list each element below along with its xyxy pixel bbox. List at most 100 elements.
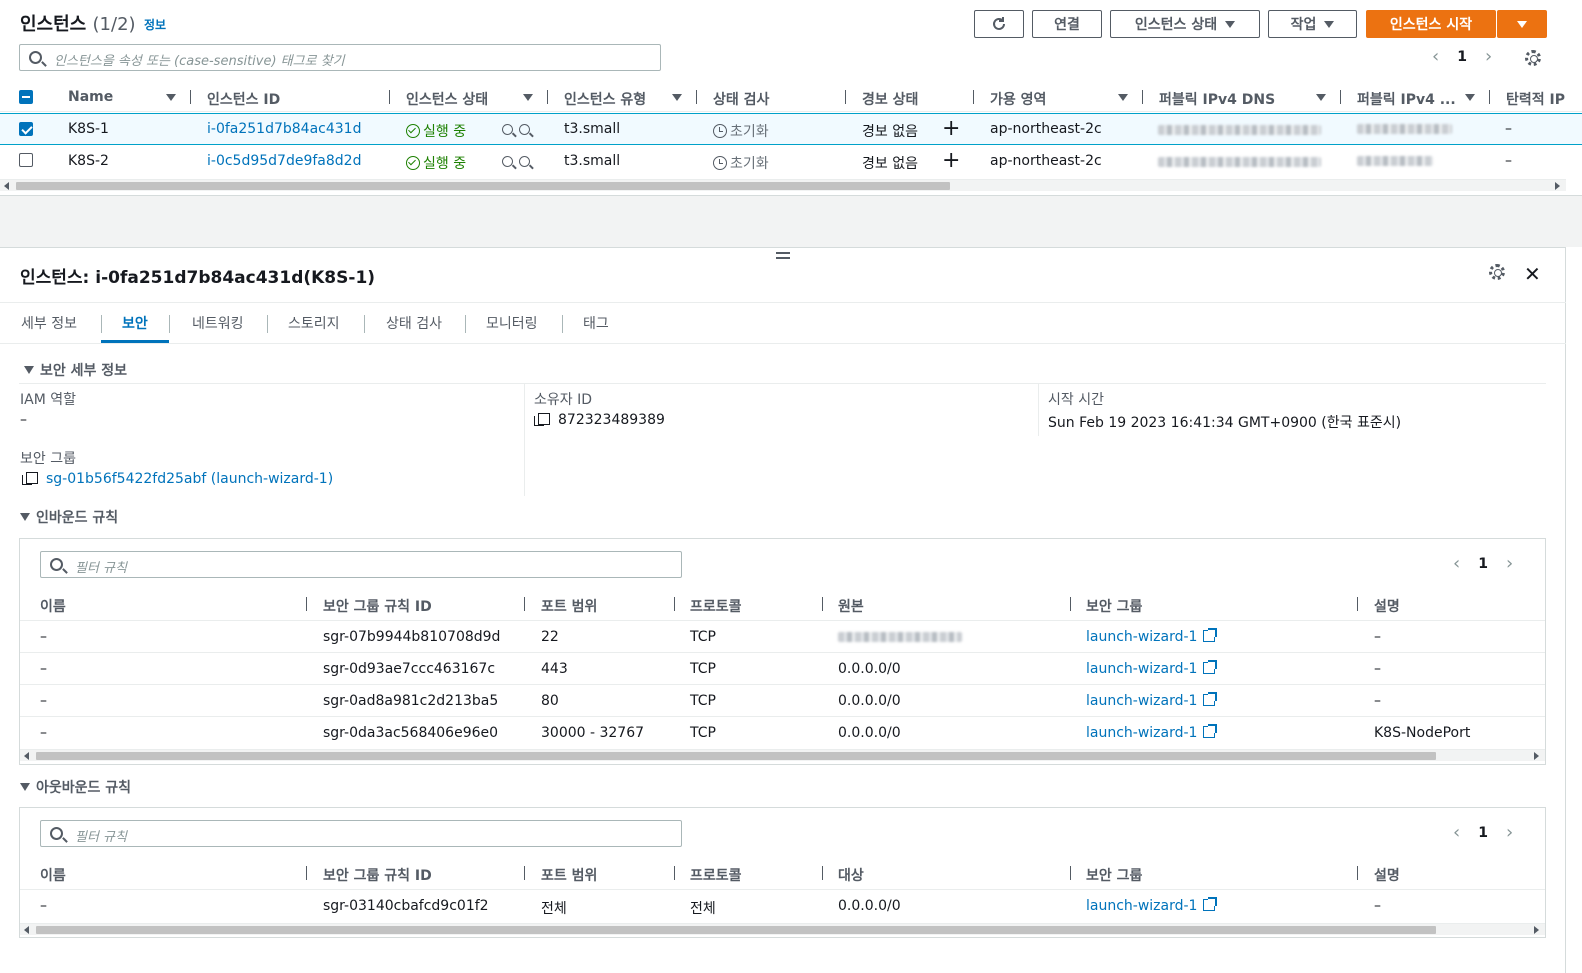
plus-icon[interactable]: + [942, 118, 960, 140]
page-number[interactable]: 1 [1478, 825, 1488, 841]
next-page-icon[interactable]: › [1485, 46, 1492, 67]
col-name[interactable]: Name [68, 89, 113, 105]
outbound-filter-input[interactable]: 필터 규칙 [40, 820, 682, 847]
tab-security[interactable]: 보안 [122, 313, 148, 333]
col-source[interactable]: 원본 [838, 596, 864, 616]
tab-details[interactable]: 세부 정보 [21, 313, 77, 333]
col-security-group[interactable]: 보안 그룹 [1086, 596, 1142, 616]
next-page-icon[interactable]: › [1506, 553, 1513, 574]
tab-status-checks[interactable]: 상태 검사 [386, 313, 442, 333]
col-port-range[interactable]: 포트 범위 [541, 596, 597, 616]
caret-down-icon [1225, 20, 1236, 28]
resize-handle-icon[interactable] [776, 252, 790, 259]
selection-count: (1/2) [92, 14, 136, 35]
security-group-link[interactable]: sg-01b56f5422fd25abf (launch-wizard-1) [22, 471, 333, 487]
filter-caret-icon[interactable] [1465, 94, 1475, 101]
protocol: 전체 [690, 901, 716, 917]
col-name[interactable]: 이름 [40, 865, 66, 885]
copy-icon[interactable] [22, 472, 38, 485]
search-icon [50, 558, 63, 571]
alarm-status: 경보 없음 [862, 156, 918, 172]
filter-caret-icon[interactable] [523, 94, 533, 101]
prev-page-icon[interactable]: ‹ [1453, 822, 1460, 843]
port-range: 22 [541, 629, 559, 645]
col-description[interactable]: 설명 [1374, 865, 1400, 885]
caret-down-icon [24, 366, 34, 374]
instance-search-input[interactable]: 인스턴스을 속성 또는 (case-sensitive) 태그로 찾기 [19, 44, 661, 71]
plus-icon[interactable]: + [942, 150, 960, 172]
page-number[interactable]: 1 [1478, 556, 1488, 572]
col-description[interactable]: 설명 [1374, 596, 1400, 616]
prev-page-icon[interactable]: ‹ [1432, 46, 1439, 67]
prev-page-icon[interactable]: ‹ [1453, 553, 1460, 574]
col-elastic-ip[interactable]: 탄력적 IP [1506, 89, 1565, 109]
col-instance-type[interactable]: 인스턴스 유형 [564, 89, 646, 109]
redacted-public-ip [1357, 124, 1452, 134]
filter-caret-icon[interactable] [672, 94, 682, 101]
col-public-ipv4[interactable]: 퍼블릭 IPv4 ... [1357, 89, 1456, 109]
row-checkbox[interactable] [19, 153, 33, 167]
zoom-in-icon[interactable] [502, 124, 513, 135]
actions-button[interactable]: 작업 [1268, 10, 1357, 38]
instances-horizontal-scrollbar[interactable] [0, 179, 1566, 191]
outbound-horizontal-scrollbar[interactable] [20, 923, 1545, 935]
owner-id-value: 872323489389 [534, 412, 665, 428]
security-group-link[interactable]: launch-wizard-1 [1086, 692, 1218, 709]
col-availability-zone[interactable]: 가용 영역 [990, 89, 1046, 109]
col-instance-id[interactable]: 인스턴스 ID [207, 89, 280, 109]
owner-id-label: 소유자 ID [534, 392, 592, 408]
launch-instance-button[interactable]: 인스턴스 시작 [1366, 10, 1496, 38]
settings-gear-icon[interactable] [1489, 264, 1505, 280]
next-page-icon[interactable]: › [1506, 822, 1513, 843]
alarm-status: 경보 없음 [862, 124, 918, 140]
instance-row-k8s-1[interactable]: K8S-1 i-0fa251d7b84ac431d 실행 중 t3.small … [0, 113, 1582, 145]
launch-dropdown-button[interactable] [1497, 10, 1547, 38]
col-public-dns[interactable]: 퍼블릭 IPv4 DNS [1159, 89, 1275, 109]
zoom-out-icon[interactable] [519, 124, 530, 135]
zoom-out-icon[interactable] [519, 156, 530, 167]
security-group-link[interactable]: launch-wizard-1 [1086, 724, 1218, 741]
close-icon[interactable]: ✕ [1524, 262, 1541, 286]
tab-networking[interactable]: 네트워킹 [192, 313, 244, 333]
filter-caret-icon[interactable] [1118, 94, 1128, 101]
info-link[interactable]: 정보 [144, 16, 166, 33]
instance-row-k8s-2[interactable]: K8S-2 i-0c5d95d7de9fa8d2d 실행 중 t3.small … [0, 145, 1582, 177]
filter-caret-icon[interactable] [1316, 94, 1326, 101]
instance-id-link[interactable]: i-0c5d95d7de9fa8d2d [207, 153, 361, 169]
col-rule-id[interactable]: 보안 그룹 규칙 ID [323, 865, 432, 885]
inbound-rules-header[interactable]: 인바운드 규칙 [20, 507, 118, 527]
tab-tags[interactable]: 태그 [583, 313, 609, 333]
col-instance-state[interactable]: 인스턴스 상태 [406, 89, 488, 109]
connect-button[interactable]: 연결 [1032, 10, 1102, 38]
col-security-group[interactable]: 보안 그룹 [1086, 865, 1142, 885]
caret-down-icon [1517, 20, 1527, 28]
col-status-check[interactable]: 상태 검사 [713, 89, 769, 109]
instance-state-button[interactable]: 인스턴스 상태 [1110, 10, 1260, 38]
security-group-link[interactable]: launch-wizard-1 [1086, 897, 1218, 914]
instance-id-link[interactable]: i-0fa251d7b84ac431d [207, 121, 361, 137]
col-alarm-status[interactable]: 경보 상태 [862, 89, 918, 109]
col-rule-id[interactable]: 보안 그룹 규칙 ID [323, 596, 432, 616]
filter-caret-icon[interactable] [166, 94, 176, 101]
tab-monitoring[interactable]: 모니터링 [486, 313, 538, 333]
refresh-button[interactable] [974, 10, 1024, 38]
security-details-header[interactable]: 보안 세부 정보 [24, 360, 127, 380]
settings-gear-icon[interactable] [1525, 50, 1541, 66]
col-name[interactable]: 이름 [40, 596, 66, 616]
select-all-checkbox[interactable] [19, 90, 33, 104]
clock-icon [713, 156, 727, 170]
row-checkbox[interactable] [19, 122, 33, 136]
page-number[interactable]: 1 [1457, 49, 1467, 65]
tab-storage[interactable]: 스토리지 [288, 313, 340, 333]
security-group-link[interactable]: launch-wizard-1 [1086, 628, 1218, 645]
col-port-range[interactable]: 포트 범위 [541, 865, 597, 885]
security-group-link[interactable]: launch-wizard-1 [1086, 660, 1218, 677]
copy-icon[interactable] [534, 413, 550, 426]
col-protocol[interactable]: 프로토콜 [690, 865, 742, 885]
col-destination[interactable]: 대상 [838, 865, 864, 885]
inbound-horizontal-scrollbar[interactable] [20, 749, 1545, 761]
zoom-in-icon[interactable] [502, 156, 513, 167]
outbound-rules-header[interactable]: 아웃바운드 규칙 [20, 777, 131, 797]
col-protocol[interactable]: 프로토콜 [690, 596, 742, 616]
inbound-filter-input[interactable]: 필터 규칙 [40, 551, 682, 578]
